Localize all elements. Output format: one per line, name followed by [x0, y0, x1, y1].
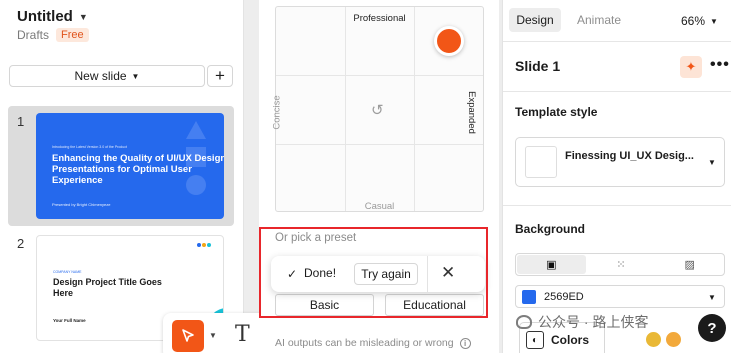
- preset-label: Or pick a preset: [275, 232, 357, 244]
- check-icon: ✓: [287, 267, 298, 281]
- add-slide-button[interactable]: +: [207, 65, 233, 87]
- text-tool-button[interactable]: T: [235, 322, 250, 347]
- triangle-shape: [186, 121, 206, 139]
- properties-panel: Design Animate 66% ▼ Slide 1 ✦ ••• Templ…: [502, 0, 731, 353]
- ai-sparkle-button[interactable]: ✦: [680, 56, 702, 78]
- watermark-text: 公众号 · 路上侠客: [538, 314, 649, 330]
- image-icon: ▨: [684, 259, 695, 271]
- image-fill-option[interactable]: ▨: [655, 254, 724, 275]
- sparkle-icon: ✦: [685, 59, 697, 74]
- divider: [503, 91, 731, 92]
- background-type-segmented[interactable]: ▣ ⁙ ▨: [515, 253, 725, 276]
- divider: [503, 41, 731, 42]
- logo-dots: [197, 243, 211, 247]
- new-slide-button[interactable]: New slide ▼: [9, 65, 205, 87]
- style-selector-handle[interactable]: [434, 26, 464, 56]
- axis-label-professional: Professional: [353, 13, 406, 24]
- wechat-icon: [516, 315, 532, 329]
- reset-icon[interactable]: ↺: [371, 101, 384, 119]
- try-again-button[interactable]: Try again: [354, 263, 418, 285]
- colors-label: Colors: [551, 333, 590, 347]
- location-label[interactable]: Drafts: [17, 28, 49, 42]
- axis-label-concise: Concise: [271, 95, 283, 130]
- cursor-arrow-icon: [182, 329, 194, 342]
- ai-style-panel: Professional Casual Concise Expanded ↺ O…: [259, 0, 499, 353]
- slide-number: 2: [17, 236, 25, 251]
- chevron-down-icon: ▼: [708, 158, 716, 167]
- document-title[interactable]: Untitled ▼: [17, 8, 88, 25]
- zoom-value: 66%: [681, 14, 706, 28]
- info-icon[interactable]: i: [459, 337, 471, 349]
- plan-badge[interactable]: Free: [56, 28, 89, 42]
- pattern-fill-option[interactable]: ⁙: [587, 254, 656, 275]
- background-color-hex: 2569ED: [544, 290, 584, 303]
- zoom-dropdown[interactable]: 66% ▼: [681, 14, 718, 28]
- ai-disclaimer: AI outputs can be misleading or wrong i: [275, 337, 471, 349]
- preset-educational-button[interactable]: Educational: [385, 294, 484, 316]
- grid-line: [276, 144, 483, 145]
- solid-fill-icon: ▣: [546, 259, 557, 271]
- slide-intro-text: Introducing the Latest Version 3.0 of th…: [52, 145, 127, 149]
- chevron-down-icon: ▼: [131, 71, 140, 81]
- done-button[interactable]: Done!: [304, 266, 336, 280]
- document-title-text: Untitled: [17, 8, 73, 25]
- tab-animate[interactable]: Animate: [569, 8, 629, 32]
- new-slide-label: New slide: [74, 69, 127, 83]
- template-name: Finessing UI_UX Desig...: [565, 150, 694, 162]
- axis-label-casual: Casual: [364, 201, 395, 212]
- pointer-tool-button[interactable]: [172, 320, 204, 352]
- tab-design[interactable]: Design: [509, 8, 561, 32]
- pattern-fill-icon: ⁙: [616, 259, 626, 271]
- axis-label-expanded: Expanded: [465, 91, 477, 134]
- slide-thumbnail[interactable]: Introducing the Latest Version 3.0 of th…: [36, 113, 224, 219]
- slide-headline: Design Project Title Goes Here: [53, 277, 162, 298]
- chevron-down-icon: ▼: [708, 293, 716, 302]
- slide-tag: COMPANY NAME: [53, 270, 82, 274]
- slide-headline: Enhancing the Quality of UI/UX Design Pr…: [52, 153, 224, 186]
- close-icon[interactable]: ✕: [441, 263, 455, 283]
- template-style-heading: Template style: [515, 105, 598, 119]
- solid-fill-option[interactable]: ▣: [517, 255, 586, 274]
- grid-line: [345, 7, 346, 211]
- template-thumbnail: [525, 146, 557, 178]
- slide-name: Slide 1: [515, 58, 561, 74]
- more-options-icon[interactable]: •••: [710, 56, 730, 74]
- preset-basic-button[interactable]: Basic: [275, 294, 374, 316]
- slide-presenter: Presented by Bright Chimenyeze: [52, 202, 111, 207]
- chevron-down-icon: ▼: [710, 16, 718, 26]
- theme-color-swatch[interactable]: [666, 332, 681, 347]
- chevron-down-icon[interactable]: ▼: [209, 331, 217, 340]
- ai-action-bar: ✓ Done! Try again ✕: [271, 256, 485, 292]
- help-button[interactable]: ?: [698, 314, 726, 342]
- divider: [503, 205, 731, 206]
- theme-color-swatch[interactable]: [646, 332, 661, 347]
- slides-panel: Untitled ▼ Drafts Free New slide ▼ + 1 I…: [0, 0, 268, 353]
- chevron-down-icon: ▼: [78, 11, 88, 22]
- slide-thumbnail-row[interactable]: 1 Introducing the Latest Version 3.0 of …: [8, 106, 234, 226]
- watermark: 公众号 · 路上侠客: [516, 312, 648, 332]
- grid-line: [276, 75, 483, 76]
- background-heading: Background: [515, 222, 586, 236]
- palette-icon: ◐: [526, 331, 544, 349]
- document-location: Drafts Free: [17, 28, 89, 42]
- template-style-dropdown[interactable]: Finessing UI_UX Desig... ▼: [515, 137, 725, 187]
- slide-number: 1: [17, 114, 25, 129]
- bottom-toolbar: ▼ T: [163, 313, 268, 353]
- grid-line: [414, 7, 415, 211]
- background-color-dropdown[interactable]: 2569ED ▼: [515, 285, 725, 308]
- disclaimer-text: AI outputs can be misleading or wrong: [275, 337, 454, 349]
- style-matrix[interactable]: Professional Casual Concise Expanded ↺: [271, 6, 484, 212]
- color-swatch: [522, 289, 536, 304]
- slide-author: Your Full Name: [53, 318, 86, 323]
- divider: [427, 256, 428, 292]
